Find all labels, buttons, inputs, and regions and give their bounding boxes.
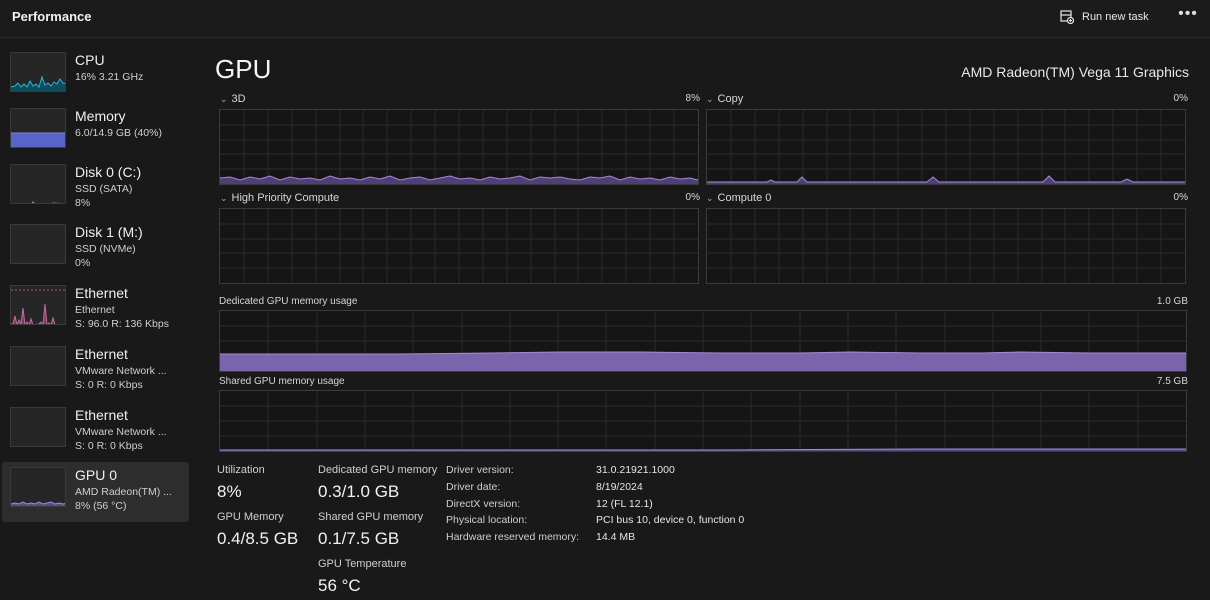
chevron-down-icon: ⌄ xyxy=(706,193,714,203)
directx-version-label: DirectX version: xyxy=(446,498,521,510)
dedicated-memory-stat-value: 0.3/1.0 GB xyxy=(318,482,400,501)
hardware-reserved-memory-value: 14.4 MB xyxy=(596,531,636,543)
gpu-thumbnail-graph xyxy=(10,467,66,507)
sidebar-item-label: Ethernet xyxy=(75,407,128,423)
graph-compute-0 xyxy=(706,208,1186,284)
gpu-memory-label: GPU Memory xyxy=(217,511,284,523)
sidebar-item-label: Disk 1 (M:) xyxy=(75,224,143,240)
engine-hpc-value: 0% xyxy=(685,192,700,203)
engine-selector-3d[interactable]: ⌄ 3D xyxy=(220,93,246,105)
gpu-adapter-name: AMD Radeon(TM) Vega 11 Graphics xyxy=(961,64,1189,80)
sidebar-item-detail: SSD (NVMe) xyxy=(75,243,136,255)
hardware-reserved-memory-label: Hardware reserved memory: xyxy=(446,531,580,543)
disk-0-thumbnail-graph xyxy=(10,164,66,204)
shared-memory-label: Shared GPU memory usage xyxy=(219,376,345,387)
engine-selector-high-priority-compute[interactable]: ⌄ High Priority Compute xyxy=(220,192,339,204)
sidebar-item-detail: 0% xyxy=(75,257,91,269)
more-icon[interactable]: ••• xyxy=(1176,4,1200,26)
sidebar-item-gpu-0[interactable]: GPU 0 AMD Radeon(TM) ... 8% (56 °C) xyxy=(2,462,189,522)
physical-location-value: PCI bus 10, device 0, function 0 xyxy=(596,514,745,526)
ethernet-thumbnail-graph xyxy=(10,407,66,447)
engine-label: 3D xyxy=(231,93,246,105)
driver-date-value: 8/19/2024 xyxy=(596,481,643,493)
driver-version-value: 31.0.21921.1000 xyxy=(596,464,675,476)
gpu-temperature-value: 56 °C xyxy=(318,576,361,595)
chevron-down-icon: ⌄ xyxy=(220,193,228,203)
dedicated-memory-max: 1.0 GB xyxy=(1156,296,1188,307)
shared-memory-stat-value: 0.1/7.5 GB xyxy=(318,529,400,548)
sidebar-item-detail: 6.0/14.9 GB (40%) xyxy=(75,127,162,139)
ethernet-thumbnail-graph xyxy=(10,346,66,386)
physical-location-label: Physical location: xyxy=(446,514,528,526)
engine-3d-value: 8% xyxy=(685,93,700,104)
sidebar: CPU 16% 3.21 GHz Memory 6.0/14.9 GB (40%… xyxy=(0,39,196,600)
engine-label: Compute 0 xyxy=(717,192,772,204)
ethernet-thumbnail-graph xyxy=(10,285,66,325)
sidebar-item-label: Ethernet xyxy=(75,285,128,301)
cpu-thumbnail-graph xyxy=(10,52,66,92)
gpu-title: GPU xyxy=(215,54,272,84)
sidebar-item-detail: Ethernet xyxy=(75,304,115,316)
sidebar-item-detail: S: 0 R: 0 Kbps xyxy=(75,379,143,391)
engine-label: High Priority Compute xyxy=(231,192,340,204)
directx-version-value: 12 (FL 12.1) xyxy=(596,498,653,510)
run-task-icon xyxy=(1060,10,1074,24)
chevron-down-icon: ⌄ xyxy=(706,94,714,104)
engine-label: Copy xyxy=(717,93,744,105)
sidebar-item-disk-0[interactable]: Disk 0 (C:) SSD (SATA) 8% xyxy=(2,159,189,219)
memory-thumbnail-graph xyxy=(10,108,66,148)
driver-version-label: Driver version: xyxy=(446,464,514,476)
sidebar-item-detail: AMD Radeon(TM) ... xyxy=(75,486,172,498)
sidebar-item-detail: 8% (56 °C) xyxy=(75,500,127,512)
graph-copy xyxy=(706,109,1186,185)
sidebar-item-cpu[interactable]: CPU 16% 3.21 GHz xyxy=(2,47,189,107)
gpu-memory-value: 0.4/8.5 GB xyxy=(217,529,299,548)
sidebar-item-label: GPU 0 xyxy=(75,467,118,483)
engine-selector-compute-0[interactable]: ⌄ Compute 0 xyxy=(706,192,771,204)
title-bar: Performance Run new task ••• xyxy=(0,0,1210,38)
sidebar-item-detail: 8% xyxy=(75,197,91,209)
dedicated-memory-label: Dedicated GPU memory usage xyxy=(219,296,358,307)
chevron-down-icon: ⌄ xyxy=(220,94,228,104)
sidebar-item-disk-1[interactable]: Disk 1 (M:) SSD (NVMe) 0% xyxy=(2,219,189,279)
disk-1-thumbnail-graph xyxy=(10,224,66,264)
graph-shared-memory xyxy=(219,390,1187,452)
run-new-task-label: Run new task xyxy=(1082,11,1149,23)
sidebar-item-label: Ethernet xyxy=(75,346,128,362)
sidebar-item-ethernet-3[interactable]: Ethernet VMware Network ... S: 0 R: 0 Kb… xyxy=(2,402,189,462)
sidebar-item-ethernet-1[interactable]: Ethernet Ethernet S: 96.0 R: 136 Kbps xyxy=(2,280,189,340)
page-title: Performance xyxy=(12,9,92,24)
sidebar-item-memory[interactable]: Memory 6.0/14.9 GB (40%) xyxy=(2,103,189,163)
engine-selector-copy[interactable]: ⌄ Copy xyxy=(706,93,743,105)
engine-compute-0-value: 0% xyxy=(1173,192,1188,203)
gpu-temperature-label: GPU Temperature xyxy=(318,558,407,570)
sidebar-item-label: Disk 0 (C:) xyxy=(75,164,142,180)
shared-memory-max: 7.5 GB xyxy=(1156,376,1188,387)
driver-date-label: Driver date: xyxy=(446,481,501,493)
sidebar-item-detail: SSD (SATA) xyxy=(75,183,133,195)
utilization-value: 8% xyxy=(217,482,242,501)
sidebar-item-detail: 16% 3.21 GHz xyxy=(75,71,144,83)
graph-3d xyxy=(219,109,699,185)
run-new-task-button[interactable]: Run new task xyxy=(1060,6,1149,28)
engine-copy-value: 0% xyxy=(1173,93,1188,104)
sidebar-item-detail: VMware Network ... xyxy=(75,365,167,377)
sidebar-item-label: Memory xyxy=(75,108,126,124)
sidebar-item-ethernet-2[interactable]: Ethernet VMware Network ... S: 0 R: 0 Kb… xyxy=(2,341,189,401)
graph-dedicated-memory xyxy=(219,310,1187,372)
graph-high-priority-compute xyxy=(219,208,699,284)
utilization-label: Utilization xyxy=(217,464,265,476)
sidebar-item-label: CPU xyxy=(75,52,105,68)
dedicated-memory-stat-label: Dedicated GPU memory xyxy=(318,464,438,476)
sidebar-item-detail: VMware Network ... xyxy=(75,426,167,438)
sidebar-item-detail: S: 96.0 R: 136 Kbps xyxy=(75,318,169,330)
sidebar-item-detail: S: 0 R: 0 Kbps xyxy=(75,440,143,452)
shared-memory-stat-label: Shared GPU memory xyxy=(318,511,424,523)
